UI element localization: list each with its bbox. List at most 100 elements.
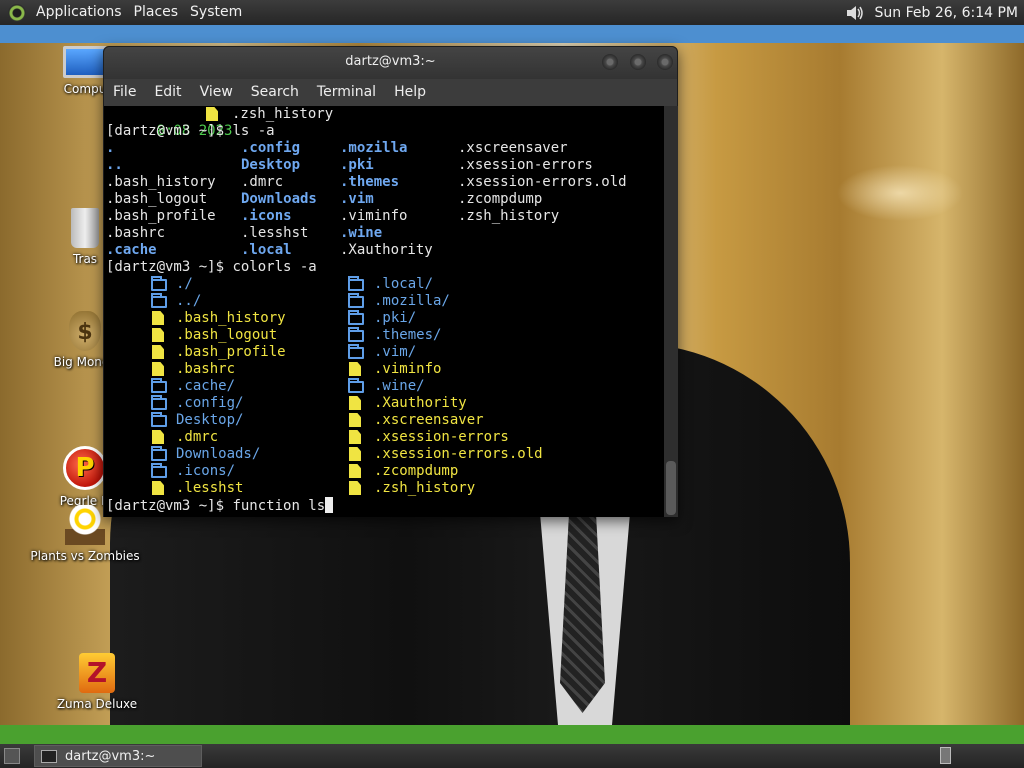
- colorls-entry: .bashrc: [176, 361, 236, 377]
- ls-entry: ..: [106, 157, 123, 173]
- volume-icon[interactable]: [845, 4, 865, 22]
- colorls-entry: .mozilla/: [374, 293, 450, 309]
- terminal-line: [dartz@vm3 ~]$ ls -a: [106, 123, 275, 140]
- ls-entry: Desktop: [241, 157, 301, 173]
- file-icon: [152, 345, 164, 359]
- ls-entry: Downloads: [241, 191, 317, 207]
- ls-entry: .: [106, 140, 115, 156]
- trash-icon: [71, 208, 99, 248]
- workspace-switcher[interactable]: [940, 747, 951, 764]
- menu-file[interactable]: File: [104, 79, 145, 106]
- folder-icon: [348, 310, 364, 325]
- show-desktop-icon[interactable]: [4, 748, 20, 764]
- menu-view[interactable]: View: [191, 79, 242, 106]
- file-name: .zsh_history: [232, 106, 334, 122]
- taskbar-button-terminal[interactable]: dartz@vm3:~: [34, 745, 202, 767]
- ls-entry: .bash_logout: [106, 191, 208, 207]
- colorls-entry: .viminfo: [374, 361, 442, 377]
- terminal-icon: [41, 749, 57, 763]
- desktop-icon-label: Plants vs Zombies: [30, 549, 140, 563]
- ls-entry: .config: [241, 140, 301, 156]
- colorls-entry: .xsession-errors.old: [374, 446, 543, 462]
- ls-entry: .xsession-errors: [458, 157, 593, 173]
- desktop-icon-zuma-deluxe[interactable]: Z Zuma Deluxe: [42, 653, 152, 711]
- colorls-entry: .vim/: [374, 344, 417, 360]
- menu-edit[interactable]: Edit: [145, 79, 190, 106]
- ls-entry: .bash_profile: [106, 208, 216, 224]
- terminal-menubar: File Edit View Search Terminal Help: [104, 79, 677, 106]
- top-panel-menus: Applications Places System: [0, 0, 248, 25]
- folder-icon: [151, 395, 167, 410]
- ls-entry: .xsession-errors.old: [458, 174, 627, 190]
- top-panel-tray: Sun Feb 26, 6:14 PM: [845, 0, 1024, 25]
- file-icon: [349, 396, 361, 410]
- colorls-entry: .local/: [374, 276, 434, 292]
- command-input[interactable]: function ls: [232, 498, 325, 514]
- ls-entry: .Xauthority: [340, 242, 433, 258]
- money-bag-icon: $: [69, 311, 101, 351]
- colorls-entry: ./: [176, 276, 193, 292]
- terminal-window[interactable]: dartz@vm3:~ File Edit View Search Termin…: [103, 46, 678, 517]
- colorls-entry: .themes/: [374, 327, 442, 343]
- zuma-icon: Z: [79, 653, 115, 693]
- ls-entry: .local: [241, 242, 292, 258]
- applications-menu[interactable]: Applications: [30, 0, 128, 25]
- prompt: [dartz@vm3 ~]$: [106, 123, 225, 139]
- computer-icon: [63, 46, 107, 78]
- colorls-entry: .pki/: [374, 310, 417, 326]
- file-icon: [349, 464, 361, 478]
- ls-entry: .zcompdump: [458, 191, 543, 207]
- terminal-line: [dartz@vm3 ~]$ function ls: [106, 497, 334, 514]
- places-menu[interactable]: Places: [128, 0, 185, 25]
- ls-entry: .mozilla: [340, 140, 408, 156]
- ls-entry: .lesshst: [241, 225, 309, 241]
- colorls-entry: .Xauthority: [374, 395, 467, 411]
- colorls-entry: .wine/: [374, 378, 425, 394]
- top-panel: Applications Places System Sun Feb 26, 6…: [0, 0, 1024, 25]
- command: ls -a: [232, 123, 275, 139]
- window-titlebar[interactable]: dartz@vm3:~: [104, 47, 677, 79]
- file-icon: [349, 447, 361, 461]
- minimize-button[interactable]: [602, 54, 618, 70]
- menu-help[interactable]: Help: [385, 79, 435, 106]
- colorls-entry: ../: [176, 293, 202, 309]
- maximize-button[interactable]: [630, 54, 646, 70]
- folder-icon: [348, 276, 364, 291]
- system-menu[interactable]: System: [184, 0, 248, 25]
- ls-entry: .bash_history: [106, 174, 216, 190]
- folder-icon: [151, 276, 167, 291]
- folder-icon: [151, 412, 167, 427]
- ls-entry: .dmrc: [241, 174, 284, 190]
- wallpaper-band: [0, 725, 1024, 744]
- ls-entry: .pki: [340, 157, 374, 173]
- folder-icon: [348, 293, 364, 308]
- ls-entry: .icons: [241, 208, 292, 224]
- ls-entry: .bashrc: [106, 225, 166, 241]
- ls-entry: .wine: [340, 225, 383, 241]
- menu-terminal[interactable]: Terminal: [308, 79, 385, 106]
- colorls-entry: .bash_history: [176, 310, 286, 326]
- close-button[interactable]: [657, 54, 673, 70]
- terminal-line: [dartz@vm3 ~]$ colorls -a: [106, 259, 317, 276]
- terminal-scrollbar[interactable]: [664, 106, 678, 517]
- colorls-entry: Downloads/: [176, 446, 261, 462]
- terminal-output[interactable]: 8:08 2023 .zsh_history [dartz@vm3 ~]$ ls…: [104, 106, 664, 517]
- folder-icon: [151, 446, 167, 461]
- distro-logo-icon[interactable]: [8, 3, 26, 22]
- colorls-entry: .icons/: [176, 463, 236, 479]
- colorls-entry: .bash_profile: [176, 344, 286, 360]
- colorls-entry: .dmrc: [176, 429, 219, 445]
- ls-entry: .xscreensaver: [458, 140, 568, 156]
- clock[interactable]: Sun Feb 26, 6:14 PM: [875, 5, 1018, 21]
- command: colorls -a: [232, 259, 317, 275]
- colorls-entry: .config/: [176, 395, 244, 411]
- prompt: [dartz@vm3 ~]$: [106, 498, 225, 514]
- scrollbar-thumb[interactable]: [666, 461, 676, 515]
- text-cursor: [325, 497, 334, 513]
- ls-entry: .cache: [106, 242, 157, 258]
- ls-entry: .zsh_history: [458, 208, 560, 224]
- colorls-entry: .cache/: [176, 378, 236, 394]
- file-icon: [206, 107, 218, 121]
- menu-search[interactable]: Search: [242, 79, 308, 106]
- folder-icon: [348, 344, 364, 359]
